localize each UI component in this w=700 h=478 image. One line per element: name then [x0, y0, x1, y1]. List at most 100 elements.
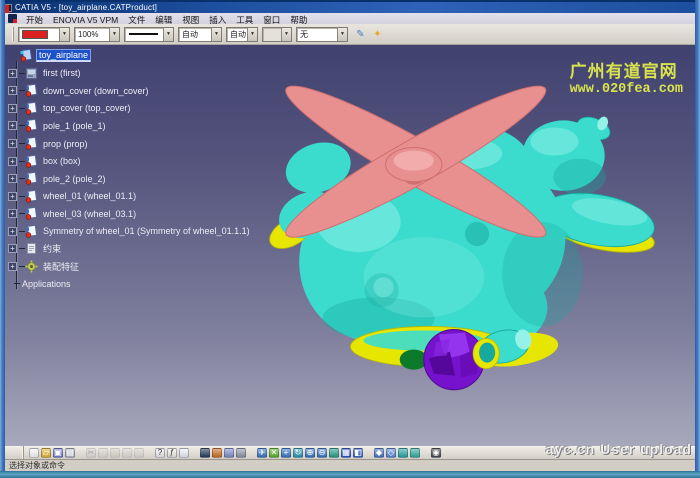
zoom-in-icon[interactable]: ⊕	[305, 448, 315, 458]
watermark-line2: www.020fea.com	[570, 82, 683, 99]
tree-label[interactable]: toy_airplane	[36, 49, 91, 62]
expand-plus-icon[interactable]: +	[8, 227, 17, 236]
tree-row-prop[interactable]: + prop (prop)	[8, 135, 308, 153]
expand-plus-icon[interactable]: +	[8, 86, 17, 95]
line-style-combo[interactable]: ▼	[124, 27, 174, 42]
fit-all-in-icon[interactable]: ✕	[269, 448, 279, 458]
knowledge-fx-icon[interactable]: ƒ	[167, 448, 177, 458]
menu-item-6[interactable]: 工具	[231, 15, 258, 25]
camera-icon[interactable]: ◉	[431, 448, 441, 458]
fly-mode-icon[interactable]: ✈	[257, 448, 267, 458]
pan-icon[interactable]: +	[281, 448, 291, 458]
expand-plus-icon[interactable]: +	[8, 192, 17, 201]
toolbar-group-6: ◉	[430, 448, 442, 458]
watermark-upload: ayc.cn User upload	[546, 441, 692, 457]
tree-label[interactable]: wheel_03 (wheel_03.1)	[41, 209, 138, 219]
expand-plus-icon[interactable]: +	[8, 104, 17, 113]
normal-view-icon[interactable]	[329, 448, 339, 458]
opacity-combo[interactable]: 100% ▼	[74, 27, 120, 42]
message-bubble-icon[interactable]	[179, 448, 189, 458]
viewport-3d[interactable]: toy_airplane + first (first) + down_cover (d…	[5, 45, 695, 446]
chevron-down-icon[interactable]: ▼	[211, 28, 221, 41]
tree-row-pole_2[interactable]: + pole_2 (pole_2)	[8, 170, 308, 188]
tree-row-toy_airplane[interactable]: toy_airplane	[8, 47, 308, 65]
publications-icon[interactable]	[224, 448, 234, 458]
rotate-icon[interactable]: ↻	[293, 448, 303, 458]
chevron-down-icon[interactable]: ▼	[163, 28, 173, 41]
toolbar-grip[interactable]	[12, 27, 15, 41]
tree-label[interactable]: first (first)	[41, 68, 83, 78]
part-icon	[25, 207, 38, 220]
toolbar-grip[interactable]	[22, 446, 25, 460]
tree-label[interactable]: Applications	[20, 279, 73, 289]
chevron-down-icon[interactable]: ▼	[59, 28, 69, 41]
painter-icon[interactable]: ✎	[353, 27, 368, 42]
menu-item-7[interactable]: 窗口	[258, 15, 285, 25]
tree-label[interactable]: prop (prop)	[41, 139, 90, 149]
print-icon[interactable]: ▤	[65, 448, 75, 458]
tree-label[interactable]: wheel_01 (wheel_01.1)	[41, 191, 138, 201]
new-document-icon[interactable]	[29, 448, 39, 458]
expand-plus-icon[interactable]: +	[8, 244, 17, 253]
tree-row-约束[interactable]: + 约束	[8, 240, 308, 258]
menu-item-0[interactable]: 开始	[21, 15, 48, 25]
weight-combo[interactable]: 自动 ▼	[226, 27, 258, 42]
tree-row-wheel_03[interactable]: + wheel_03 (wheel_03.1)	[8, 205, 308, 223]
tree-row-top_cover[interactable]: + top_cover (top_cover)	[8, 100, 308, 118]
expand-plus-icon[interactable]: +	[8, 157, 17, 166]
color-combo[interactable]: ▼	[18, 27, 70, 42]
shading-edges-icon[interactable]: ◇	[386, 448, 396, 458]
expand-plus-icon[interactable]: +	[8, 69, 17, 78]
swap-visible-space-icon[interactable]	[410, 448, 420, 458]
toy-airplane-3d-model[interactable]	[263, 59, 665, 415]
cut-icon: ✂	[86, 448, 96, 458]
chevron-down-icon[interactable]: ▼	[109, 28, 119, 41]
save-icon[interactable]: ▣	[53, 448, 63, 458]
tree-label[interactable]: Symmetry of wheel_01 (Symmetry of wheel_…	[41, 226, 252, 236]
tree-row-pole_1[interactable]: + pole_1 (pole_1)	[8, 117, 308, 135]
tree-label[interactable]: pole_1 (pole_1)	[41, 121, 108, 131]
linetype-combo[interactable]: 自动 ▼	[178, 27, 222, 42]
menu-item-8[interactable]: 帮助	[285, 15, 312, 25]
menu-item-5[interactable]: 插入	[204, 15, 231, 25]
shading-icon[interactable]: ◆	[374, 448, 384, 458]
tree-row-symmetry[interactable]: + Symmetry of wheel_01 (Symmetry of wheel…	[8, 222, 308, 240]
tree-label[interactable]: 装配特征	[41, 260, 81, 273]
tree-row-applications[interactable]: Applications	[8, 275, 308, 293]
expand-plus-icon[interactable]: +	[8, 209, 17, 218]
open-folder-icon[interactable]: ▱	[41, 448, 51, 458]
menu-bar: 开始ENOVIA V5 VPM文件编辑视图插入工具窗口帮助	[5, 13, 695, 24]
iso-view-icon[interactable]: ◧	[353, 448, 363, 458]
tree-row-first[interactable]: + first (first)	[8, 65, 308, 83]
tree-row-装配特征[interactable]: + 装配特征	[8, 258, 308, 276]
tree-label[interactable]: box (box)	[41, 156, 83, 166]
whats-this-icon[interactable]: ?	[155, 448, 165, 458]
tree-label[interactable]: top_cover (top_cover)	[41, 103, 133, 113]
tree-row-box[interactable]: + box (box)	[8, 152, 308, 170]
constraints-icon	[25, 242, 38, 255]
expand-plus-icon[interactable]: +	[8, 174, 17, 183]
menu-item-3[interactable]: 编辑	[150, 15, 177, 25]
zoom-out-icon[interactable]: ⊖	[317, 448, 327, 458]
tree-label[interactable]: 约束	[41, 242, 63, 255]
tree-row-wheel_01[interactable]: + wheel_01 (wheel_01.1)	[8, 187, 308, 205]
expand-plus-icon[interactable]: +	[8, 139, 17, 148]
expand-plus-icon[interactable]: +	[8, 262, 17, 271]
expand-plus-icon[interactable]: +	[8, 121, 17, 130]
tree-label[interactable]: pole_2 (pole_2)	[41, 174, 108, 184]
menu-item-1[interactable]: ENOVIA V5 VPM	[48, 15, 123, 25]
menu-item-2[interactable]: 文件	[123, 15, 150, 25]
window-list-icon[interactable]	[236, 448, 246, 458]
painter-wizard-icon[interactable]: ✦	[370, 27, 385, 42]
catalog-icon[interactable]	[200, 448, 210, 458]
chevron-down-icon[interactable]: ▼	[247, 28, 257, 41]
product-structure-icon[interactable]	[212, 448, 222, 458]
tree-label[interactable]: down_cover (down_cover)	[41, 86, 151, 96]
chevron-down-icon[interactable]: ▼	[337, 28, 347, 41]
tree-row-down_cover[interactable]: + down_cover (down_cover)	[8, 82, 308, 100]
render-combo[interactable]: 无 ▼	[296, 27, 348, 42]
hide-show-icon[interactable]	[398, 448, 408, 458]
multi-view-icon[interactable]: ▦	[341, 448, 351, 458]
menu-item-4[interactable]: 视图	[177, 15, 204, 25]
part-icon	[25, 84, 38, 97]
